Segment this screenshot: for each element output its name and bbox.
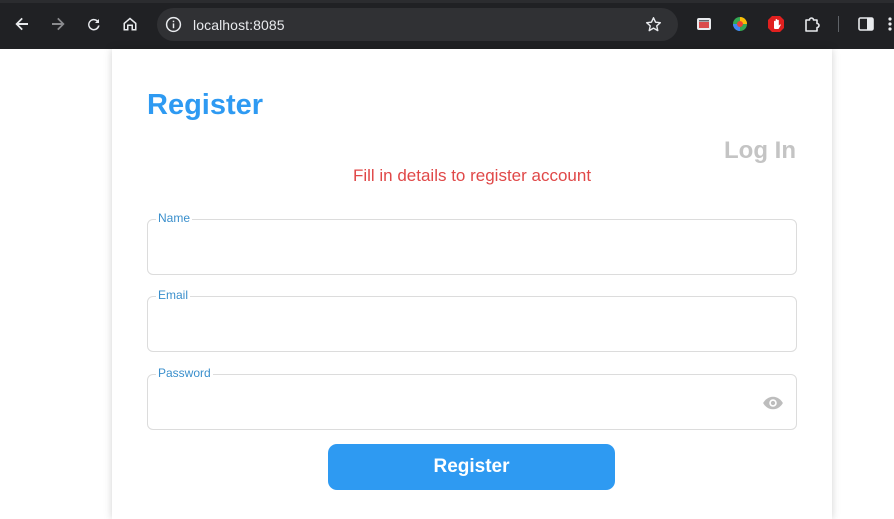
url-text[interactable]: localhost:8085 [193,17,285,33]
adblock-hand-icon[interactable] [767,15,785,33]
name-field-label: Name [156,211,193,225]
toolbar-divider [838,16,839,32]
forward-icon[interactable] [46,12,70,36]
back-icon[interactable] [10,12,34,36]
browser-toolbar: localhost:8085 [0,0,894,49]
page-title: Register [147,89,264,121]
email-input[interactable] [160,311,760,337]
password-field-label: Password [156,366,213,380]
name-input[interactable] [160,234,760,260]
page-viewport: Register Log In Fill in details to regis… [0,49,894,519]
password-input[interactable] [160,389,720,415]
show-password-eye-icon[interactable] [762,394,784,412]
password-field[interactable]: Password [147,366,797,430]
extension-color-icon[interactable] [731,15,749,33]
site-info-icon[interactable] [165,16,182,33]
register-card: Register Log In Fill in details to regis… [112,49,832,519]
form-subtitle: Fill in details to register account [352,166,592,185]
menu-icon[interactable] [886,15,894,33]
extension-gallery-icon[interactable] [695,15,713,33]
home-icon[interactable] [118,12,142,36]
register-button[interactable]: Register [328,444,615,490]
address-bar[interactable]: localhost:8085 [157,8,678,41]
side-panel-icon[interactable] [857,15,875,33]
reload-icon[interactable] [82,12,106,36]
email-field[interactable]: Email [147,288,797,352]
name-field[interactable]: Name [147,211,797,275]
bookmark-star-icon[interactable] [644,15,663,34]
email-field-label: Email [156,288,191,302]
extensions-puzzle-icon[interactable] [803,15,821,33]
login-link[interactable]: Log In [724,137,796,165]
tab-strip-edge [0,0,894,3]
